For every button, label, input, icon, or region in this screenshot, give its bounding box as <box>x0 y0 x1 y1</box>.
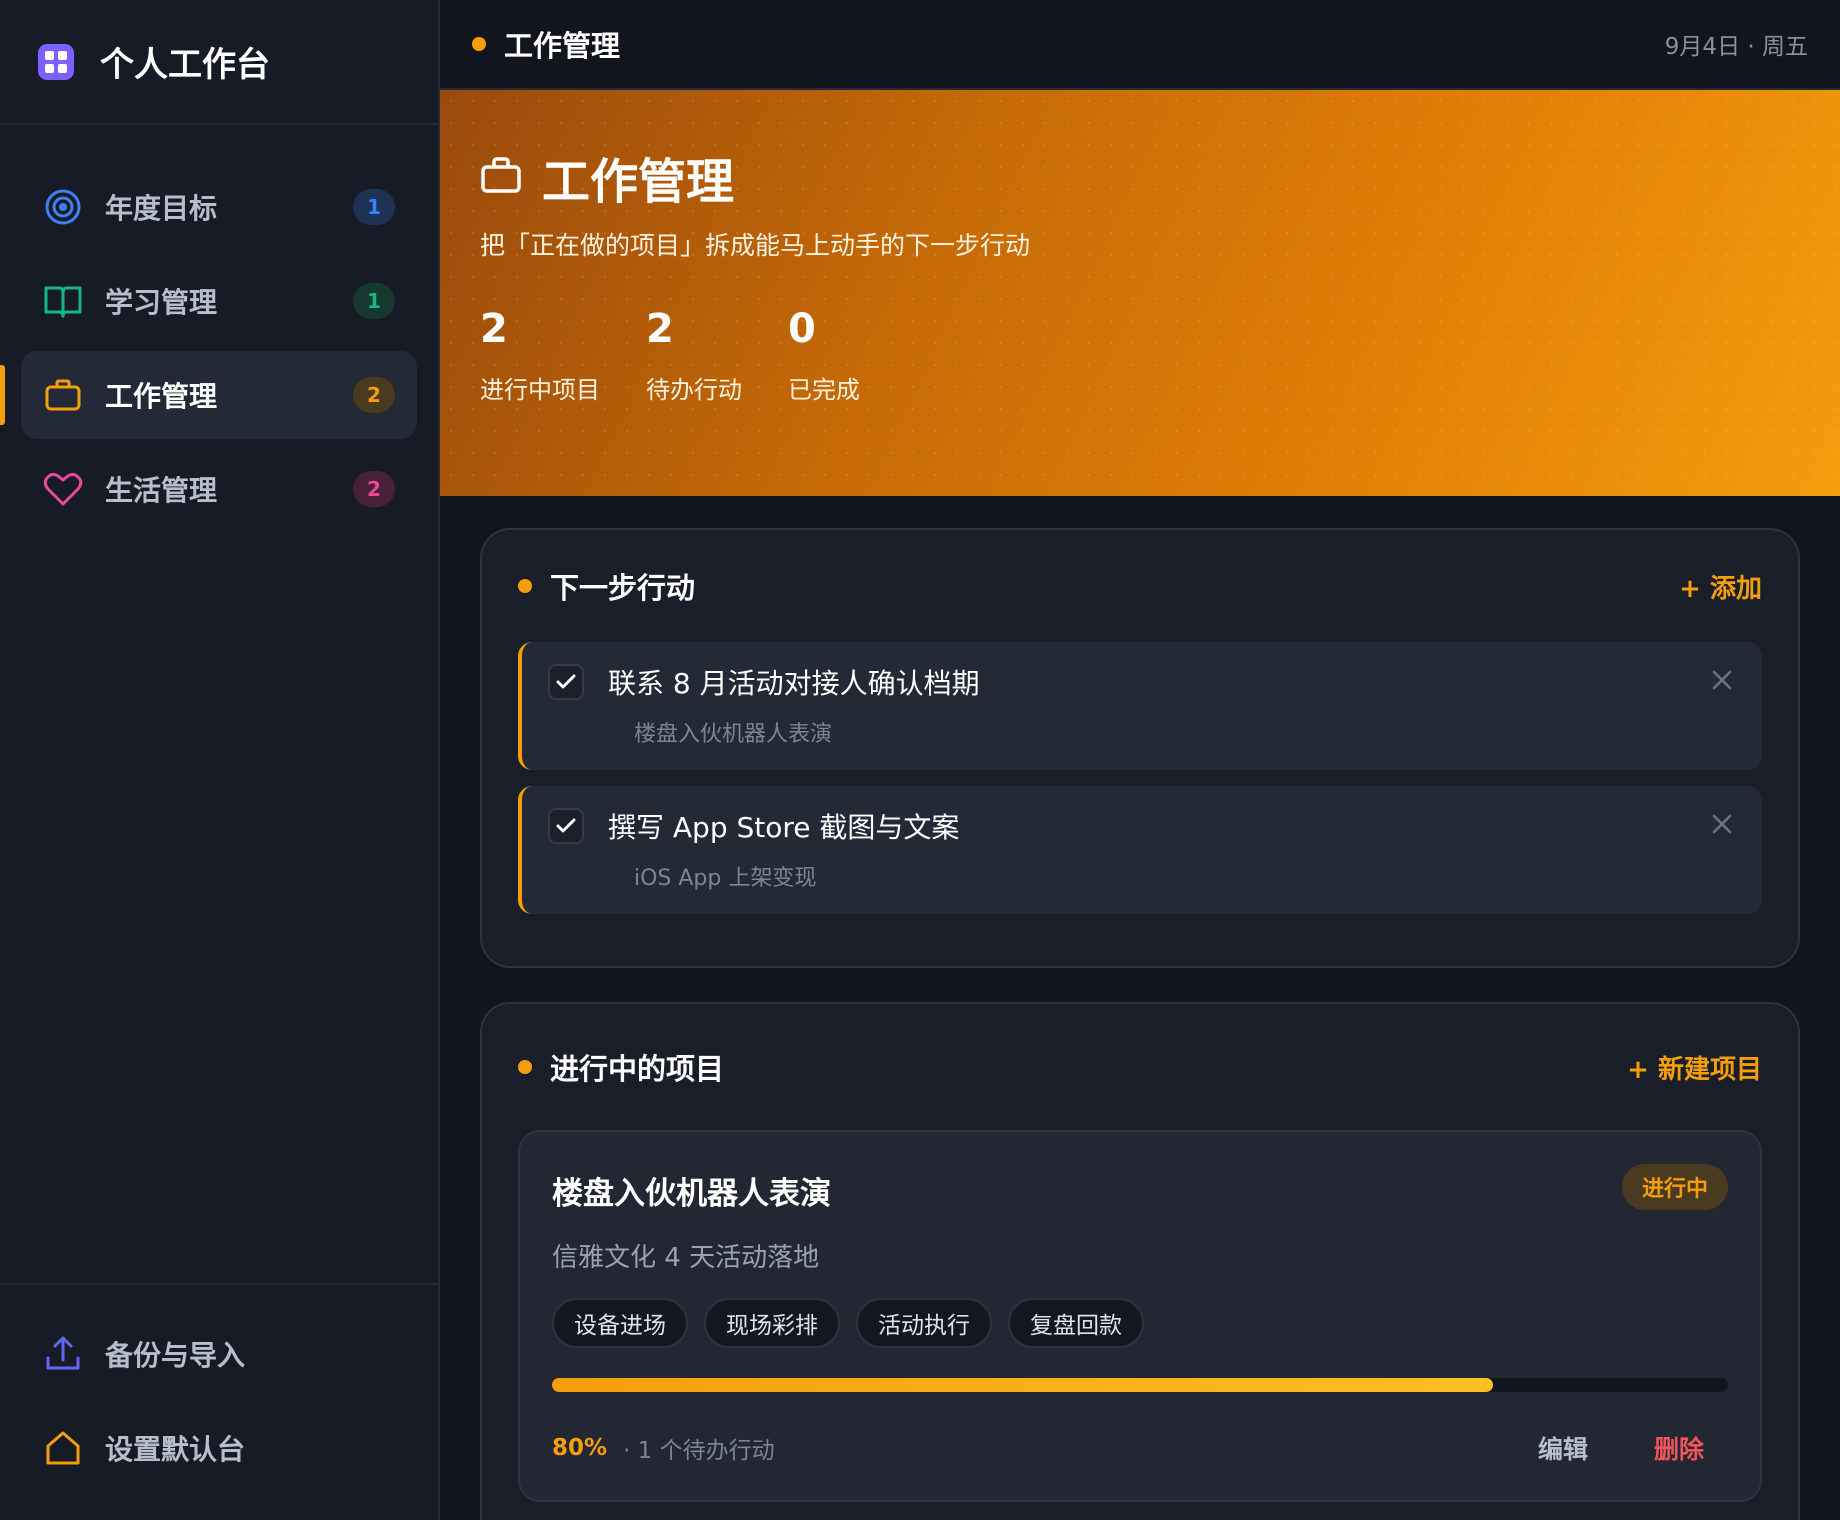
briefcase-icon <box>480 155 522 199</box>
stat-label: 进行中项目 <box>480 376 600 404</box>
app-grid-icon <box>38 43 74 80</box>
set-default-button[interactable]: 设置默认台 <box>21 1401 417 1495</box>
app-title: 个人工作台 <box>100 45 270 85</box>
stat-value: 0 <box>788 306 816 352</box>
topbar: 工作管理 9月4日 · 周五 <box>440 0 1840 90</box>
project-description: 信雅文化 4 天活动落地 <box>552 1243 820 1273</box>
main-content: 工作管理 9月4日 · 周五 工作管理 把「正在做的项目」拆成能马上动手的下一步… <box>440 0 1840 1520</box>
edit-button[interactable]: 编辑 <box>1538 1430 1588 1466</box>
section-dot <box>518 579 532 593</box>
sidebar-item-label: 年度目标 <box>105 192 218 225</box>
stat-value: 2 <box>646 306 674 352</box>
project-title: 楼盘入伙机器人表演 <box>552 1176 831 1212</box>
task-project: 楼盘入伙机器人表演 <box>634 722 833 747</box>
sidebar-item-life[interactable]: 生活管理 2 <box>21 445 417 533</box>
sidebar-item-label: 工作管理 <box>105 380 218 413</box>
tag[interactable]: 现场彩排 <box>704 1298 840 1348</box>
sidebar-item-label: 学习管理 <box>105 286 218 319</box>
sidebar-item-study[interactable]: 学习管理 1 <box>21 257 417 345</box>
hero-subtitle: 把「正在做的项目」拆成能马上动手的下一步行动 <box>480 231 1031 260</box>
upload-icon <box>43 1334 83 1374</box>
check-icon <box>556 674 576 689</box>
count-badge: 1 <box>353 189 395 225</box>
app-root: 个人工作台 年度目标 1 学习管理 1 工作管理 2 生活管理 2 备份与导入 … <box>0 0 1840 1520</box>
pending-count: · 1 个待办行动 <box>623 1438 775 1464</box>
section-dot <box>518 1060 532 1074</box>
stat-active-projects: 2 进行中项目 <box>480 306 600 405</box>
card-title: 进行中的项目 <box>550 1052 725 1086</box>
backup-import-button[interactable]: 备份与导入 <box>21 1307 417 1401</box>
stat-label: 已完成 <box>788 376 860 404</box>
card-title: 下一步行动 <box>550 571 696 605</box>
home-icon <box>43 1428 83 1468</box>
hero-title: 工作管理 <box>542 154 735 210</box>
task-title: 联系 8 月活动对接人确认档期 <box>608 667 980 700</box>
sidebar: 个人工作台 年度目标 1 学习管理 1 工作管理 2 生活管理 2 备份与导入 … <box>0 0 440 1520</box>
sidebar-nav: 年度目标 1 学习管理 1 工作管理 2 生活管理 2 <box>0 125 438 533</box>
sidebar-item-work[interactable]: 工作管理 2 <box>0 351 417 439</box>
heart-icon <box>43 469 83 509</box>
book-open-icon <box>43 281 83 321</box>
task-item: 撰写 App Store 截图与文案 iOS App 上架变现 <box>518 786 1762 914</box>
count-badge: 1 <box>353 283 395 319</box>
project-tags: 设备进场 现场彩排 活动执行 复盘回款 <box>552 1298 1728 1348</box>
tag[interactable]: 活动执行 <box>856 1298 992 1348</box>
set-default-label: 设置默认台 <box>105 1433 246 1466</box>
count-badge: 2 <box>353 471 395 507</box>
count-badge: 2 <box>353 377 395 413</box>
stat-value: 2 <box>480 306 508 352</box>
close-icon[interactable] <box>1710 812 1734 836</box>
tag[interactable]: 复盘回款 <box>1008 1298 1144 1348</box>
task-checkbox[interactable] <box>548 664 584 700</box>
hero-banner: 工作管理 把「正在做的项目」拆成能马上动手的下一步行动 2 进行中项目 2 待办… <box>440 90 1840 496</box>
project-card[interactable]: 楼盘入伙机器人表演 进行中 信雅文化 4 天活动落地 设备进场 现场彩排 活动执… <box>518 1130 1762 1502</box>
date-label: 9月4日 · 周五 <box>1664 34 1808 60</box>
new-project-button[interactable]: + 新建项目 <box>1627 1049 1762 1086</box>
task-item: 联系 8 月活动对接人确认档期 楼盘入伙机器人表演 <box>518 642 1762 770</box>
check-icon <box>556 818 576 833</box>
section-dot <box>472 37 486 51</box>
sidebar-bottom: 备份与导入 设置默认台 <box>0 1283 438 1520</box>
stat-completed: 0 已完成 <box>788 306 860 405</box>
task-title: 撰写 App Store 截图与文案 <box>608 811 960 844</box>
tag[interactable]: 设备进场 <box>552 1298 688 1348</box>
page-title: 工作管理 <box>504 29 621 63</box>
brand: 个人工作台 <box>0 0 438 125</box>
projects-card: 进行中的项目 + 新建项目 楼盘入伙机器人表演 进行中 信雅文化 4 天活动落地… <box>480 1002 1800 1520</box>
stat-label: 待办行动 <box>646 376 742 404</box>
task-checkbox[interactable] <box>548 808 584 844</box>
sidebar-item-label: 生活管理 <box>105 474 218 507</box>
stat-pending-actions: 2 待办行动 <box>646 306 742 405</box>
sidebar-item-annual-goals[interactable]: 年度目标 1 <box>21 163 417 251</box>
delete-button[interactable]: 删除 <box>1654 1430 1704 1466</box>
backup-import-label: 备份与导入 <box>105 1339 246 1372</box>
close-icon[interactable] <box>1710 668 1734 692</box>
stats-row: 2 进行中项目 2 待办行动 0 已完成 <box>480 306 1800 405</box>
add-action-button[interactable]: + 添加 <box>1679 568 1762 605</box>
target-icon <box>43 187 83 227</box>
progress-fill <box>552 1378 1493 1392</box>
next-actions-card: 下一步行动 + 添加 联系 8 月活动对接人确认档期 楼盘入伙机器人表演 撰写 … <box>480 528 1800 968</box>
progress-percent: 80% <box>552 1435 608 1461</box>
progress-bar <box>552 1378 1728 1392</box>
status-badge: 进行中 <box>1621 1164 1728 1210</box>
task-project: iOS App 上架变现 <box>634 866 817 891</box>
briefcase-icon <box>43 375 83 415</box>
